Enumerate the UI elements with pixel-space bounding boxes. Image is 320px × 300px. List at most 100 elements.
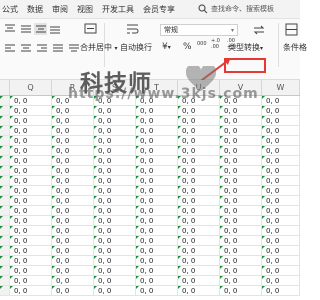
row-header[interactable] xyxy=(0,96,10,106)
table-cell[interactable]: 0, 0 xyxy=(178,236,220,246)
merge-center-button[interactable]: 合并居中 ▾ xyxy=(80,42,118,53)
table-cell[interactable]: 0, 0 xyxy=(136,116,178,126)
table-cell[interactable]: 0, 0 xyxy=(52,166,94,176)
table-cell[interactable]: 0, 0 xyxy=(262,136,300,146)
row-header[interactable] xyxy=(0,286,10,296)
table-cell[interactable]: 0, 0 xyxy=(136,276,178,286)
table-cell[interactable]: 0, 0 xyxy=(52,266,94,276)
table-cell[interactable]: 0, 0 xyxy=(262,176,300,186)
table-cell[interactable]: 0, 0 xyxy=(178,96,220,106)
row-header[interactable] xyxy=(0,236,10,246)
table-cell[interactable]: 0, 0 xyxy=(10,286,52,296)
row-header[interactable] xyxy=(0,116,10,126)
table-cell[interactable]: 0, 0 xyxy=(262,166,300,176)
table-cell[interactable]: 0, 0 xyxy=(220,186,262,196)
table-cell[interactable]: 0, 0 xyxy=(52,216,94,226)
row-header[interactable] xyxy=(0,256,10,266)
table-cell[interactable]: 0, 0 xyxy=(52,286,94,296)
table-cell[interactable]: 0, 0 xyxy=(10,276,52,286)
table-cell[interactable]: 0, 0 xyxy=(220,166,262,176)
menu-member-exclusive[interactable]: 会员专享 xyxy=(143,4,175,15)
table-cell[interactable]: 0, 0 xyxy=(136,196,178,206)
row-header[interactable] xyxy=(0,246,10,256)
column-header-q[interactable]: Q xyxy=(10,80,52,95)
table-cell[interactable]: 0, 0 xyxy=(94,106,136,116)
table-cell[interactable]: 0, 0 xyxy=(220,126,262,136)
table-cell[interactable]: 0, 0 xyxy=(10,126,52,136)
row-header[interactable] xyxy=(0,226,10,236)
table-cell[interactable]: 0, 0 xyxy=(220,146,262,156)
table-cell[interactable]: 0, 0 xyxy=(178,226,220,236)
table-cell[interactable]: 0, 0 xyxy=(94,116,136,126)
table-cell[interactable]: 0, 0 xyxy=(178,146,220,156)
table-cell[interactable]: 0, 0 xyxy=(10,196,52,206)
column-header-w[interactable]: W xyxy=(262,80,300,95)
table-cell[interactable]: 0, 0 xyxy=(94,186,136,196)
table-cell[interactable]: 0, 0 xyxy=(10,156,52,166)
table-cell[interactable]: 0, 0 xyxy=(52,176,94,186)
table-cell[interactable]: 0, 0 xyxy=(262,246,300,256)
table-cell[interactable]: 0, 0 xyxy=(220,96,262,106)
column-header-s[interactable]: S xyxy=(94,80,136,95)
row-header[interactable] xyxy=(0,106,10,116)
table-cell[interactable]: 0, 0 xyxy=(10,186,52,196)
table-cell[interactable]: 0, 0 xyxy=(136,96,178,106)
table-cell[interactable]: 0, 0 xyxy=(52,256,94,266)
table-cell[interactable]: 0, 0 xyxy=(10,106,52,116)
row-header[interactable] xyxy=(0,166,10,176)
corner-cell[interactable] xyxy=(0,80,10,95)
table-cell[interactable]: 0, 0 xyxy=(178,106,220,116)
table-cell[interactable]: 0, 0 xyxy=(220,116,262,126)
table-cell[interactable]: 0, 0 xyxy=(220,196,262,206)
table-cell[interactable]: 0, 0 xyxy=(52,156,94,166)
table-cell[interactable]: 0, 0 xyxy=(178,196,220,206)
table-cell[interactable]: 0, 0 xyxy=(52,186,94,196)
table-cell[interactable]: 0, 0 xyxy=(136,206,178,216)
table-cell[interactable]: 0, 0 xyxy=(220,206,262,216)
table-cell[interactable]: 0, 0 xyxy=(94,146,136,156)
table-cell[interactable]: 0, 0 xyxy=(94,256,136,266)
table-cell[interactable]: 0, 0 xyxy=(262,96,300,106)
table-cell[interactable]: 0, 0 xyxy=(94,266,136,276)
table-cell[interactable]: 0, 0 xyxy=(136,186,178,196)
table-cell[interactable]: 0, 0 xyxy=(10,116,52,126)
table-cell[interactable]: 0, 0 xyxy=(220,136,262,146)
table-cell[interactable]: 0, 0 xyxy=(10,236,52,246)
table-cell[interactable]: 0, 0 xyxy=(136,126,178,136)
table-cell[interactable]: 0, 0 xyxy=(178,256,220,266)
table-cell[interactable]: 0, 0 xyxy=(178,136,220,146)
table-cell[interactable]: 0, 0 xyxy=(178,126,220,136)
table-cell[interactable]: 0, 0 xyxy=(220,236,262,246)
table-cell[interactable]: 0, 0 xyxy=(220,176,262,186)
table-cell[interactable]: 0, 0 xyxy=(52,246,94,256)
table-cell[interactable]: 0, 0 xyxy=(10,226,52,236)
menu-review[interactable]: 审阅 xyxy=(52,4,68,15)
table-cell[interactable]: 0, 0 xyxy=(220,266,262,276)
table-cell[interactable]: 0, 0 xyxy=(52,206,94,216)
row-header[interactable] xyxy=(0,126,10,136)
table-cell[interactable]: 0, 0 xyxy=(178,206,220,216)
table-cell[interactable]: 0, 0 xyxy=(262,126,300,136)
table-cell[interactable]: 0, 0 xyxy=(136,256,178,266)
table-cell[interactable]: 0, 0 xyxy=(220,106,262,116)
table-cell[interactable]: 0, 0 xyxy=(262,156,300,166)
table-cell[interactable]: 0, 0 xyxy=(136,136,178,146)
table-cell[interactable]: 0, 0 xyxy=(136,266,178,276)
table-cell[interactable]: 0, 0 xyxy=(262,226,300,236)
table-cell[interactable]: 0, 0 xyxy=(178,266,220,276)
table-cell[interactable]: 0, 0 xyxy=(52,226,94,236)
menu-data[interactable]: 数据 xyxy=(27,4,43,15)
table-cell[interactable]: 0, 0 xyxy=(220,226,262,236)
table-cell[interactable]: 0, 0 xyxy=(94,176,136,186)
table-cell[interactable]: 0, 0 xyxy=(94,276,136,286)
table-cell[interactable]: 0, 0 xyxy=(220,256,262,266)
table-cell[interactable]: 0, 0 xyxy=(136,286,178,296)
conditional-format-icon[interactable] xyxy=(285,23,299,37)
row-header[interactable] xyxy=(0,216,10,226)
table-cell[interactable]: 0, 0 xyxy=(52,276,94,286)
column-header-u[interactable]: U xyxy=(178,80,220,95)
table-cell[interactable]: 0, 0 xyxy=(136,216,178,226)
table-cell[interactable]: 0, 0 xyxy=(10,206,52,216)
table-cell[interactable]: 0, 0 xyxy=(178,286,220,296)
table-cell[interactable]: 0, 0 xyxy=(262,236,300,246)
